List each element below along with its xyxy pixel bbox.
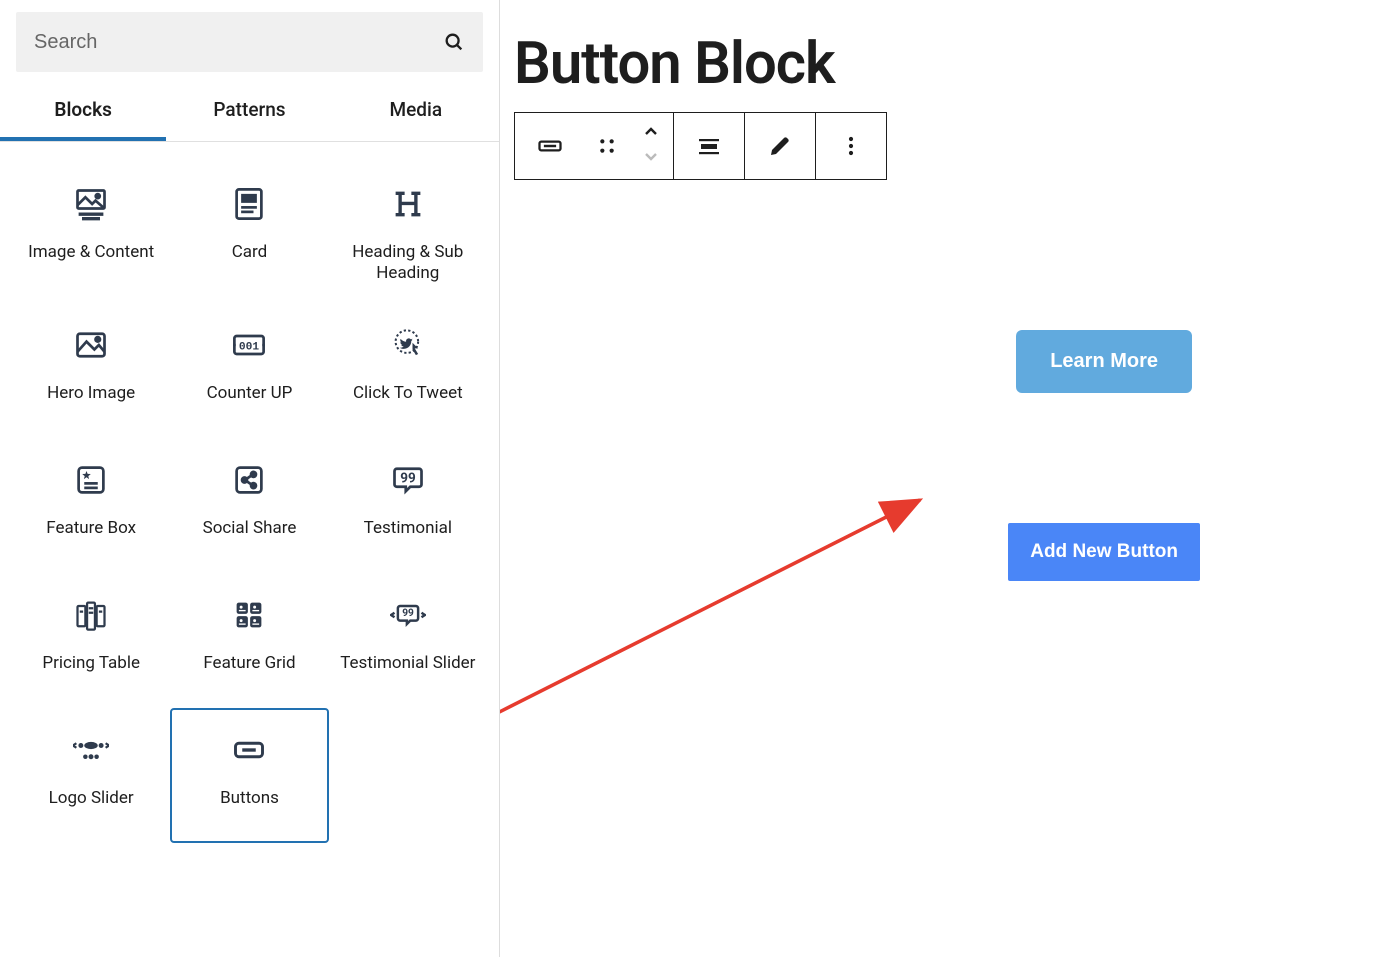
block-feature-grid[interactable]: Feature Grid — [170, 573, 328, 708]
testimonial-icon: 99 — [388, 460, 428, 500]
block-label: Card — [232, 242, 268, 263]
block-logo-slider[interactable]: Logo Slider — [12, 708, 170, 843]
toolbar-block-type[interactable] — [515, 113, 585, 179]
search-box[interactable] — [16, 12, 483, 72]
block-buttons[interactable]: Buttons — [170, 708, 328, 843]
testimonial-slider-icon: 99 — [388, 595, 428, 635]
heading-icon — [388, 184, 428, 224]
block-testimonial[interactable]: 99 Testimonial — [329, 438, 487, 573]
block-testimonial-slider[interactable]: 99 Testimonial Slider — [329, 573, 487, 708]
block-social-share[interactable]: Social Share — [170, 438, 328, 573]
tab-blocks[interactable]: Blocks — [0, 80, 166, 141]
image-content-icon — [71, 184, 111, 224]
buttons-icon — [229, 730, 269, 770]
block-label: Logo Slider — [49, 788, 134, 809]
block-label: Pricing Table — [42, 653, 140, 674]
editor-canvas: Button Block — [500, 0, 1400, 957]
block-label: Testimonial Slider — [340, 653, 475, 674]
block-label: Counter UP — [207, 383, 293, 404]
block-toolbar — [514, 112, 887, 180]
feature-grid-icon — [229, 595, 269, 635]
search-input[interactable] — [34, 31, 443, 54]
block-hero-image[interactable]: Hero Image — [12, 303, 170, 438]
tab-patterns[interactable]: Patterns — [166, 80, 332, 141]
hero-image-icon — [71, 325, 111, 365]
tab-label: Blocks — [54, 98, 111, 121]
svg-text:99: 99 — [402, 608, 414, 619]
click-to-tweet-icon — [388, 325, 428, 365]
toolbar-drag-handle[interactable] — [585, 113, 629, 179]
block-label: Feature Box — [46, 518, 136, 539]
move-up-icon[interactable] — [643, 124, 659, 144]
logo-slider-icon — [71, 730, 111, 770]
button-block-preview: Learn More Add New Button — [1008, 330, 1200, 581]
svg-text:001: 001 — [239, 341, 260, 353]
blocks-grid: Image & Content Card Heading & Sub Headi… — [0, 142, 499, 863]
page-title[interactable]: Button Block — [514, 30, 1370, 98]
block-inserter-sidebar: Blocks Patterns Media Image & Content Ca… — [0, 0, 500, 957]
block-label: Feature Grid — [203, 653, 295, 674]
tab-media[interactable]: Media — [333, 80, 499, 141]
block-card[interactable]: Card — [170, 162, 328, 303]
feature-box-icon — [71, 460, 111, 500]
counter-up-icon: 001 — [229, 325, 269, 365]
block-click-to-tweet[interactable]: Click To Tweet — [329, 303, 487, 438]
button-label: Add New Button — [1030, 541, 1178, 562]
block-label: Social Share — [203, 518, 297, 539]
card-icon — [229, 184, 269, 224]
toolbar-align[interactable] — [674, 113, 744, 179]
block-pricing-table[interactable]: Pricing Table — [12, 573, 170, 708]
search-icon — [443, 31, 465, 53]
toolbar-style[interactable] — [745, 113, 815, 179]
toolbar-more-options[interactable] — [816, 113, 886, 179]
social-share-icon — [229, 460, 269, 500]
search-wrap — [0, 0, 499, 80]
block-image-content[interactable]: Image & Content — [12, 162, 170, 303]
toolbar-move-group — [629, 113, 673, 179]
tab-label: Media — [390, 98, 443, 121]
svg-text:99: 99 — [400, 470, 416, 486]
block-label: Hero Image — [47, 383, 135, 404]
block-label: Testimonial — [364, 518, 452, 539]
tab-label: Patterns — [213, 98, 285, 121]
pricing-table-icon — [71, 595, 111, 635]
block-counter-up[interactable]: 001 Counter UP — [170, 303, 328, 438]
button-label: Learn More — [1050, 350, 1158, 372]
move-down-icon[interactable] — [643, 148, 659, 168]
learn-more-button[interactable]: Learn More — [1016, 330, 1192, 393]
block-label: Image & Content — [28, 242, 154, 263]
block-heading-subheading[interactable]: Heading & Sub Heading — [329, 162, 487, 303]
add-new-button[interactable]: Add New Button — [1008, 523, 1200, 581]
block-label: Click To Tweet — [353, 383, 463, 404]
block-label: Buttons — [220, 788, 279, 809]
inserter-tabs: Blocks Patterns Media — [0, 80, 499, 142]
block-label: Heading & Sub Heading — [337, 242, 479, 285]
block-feature-box[interactable]: Feature Box — [12, 438, 170, 573]
